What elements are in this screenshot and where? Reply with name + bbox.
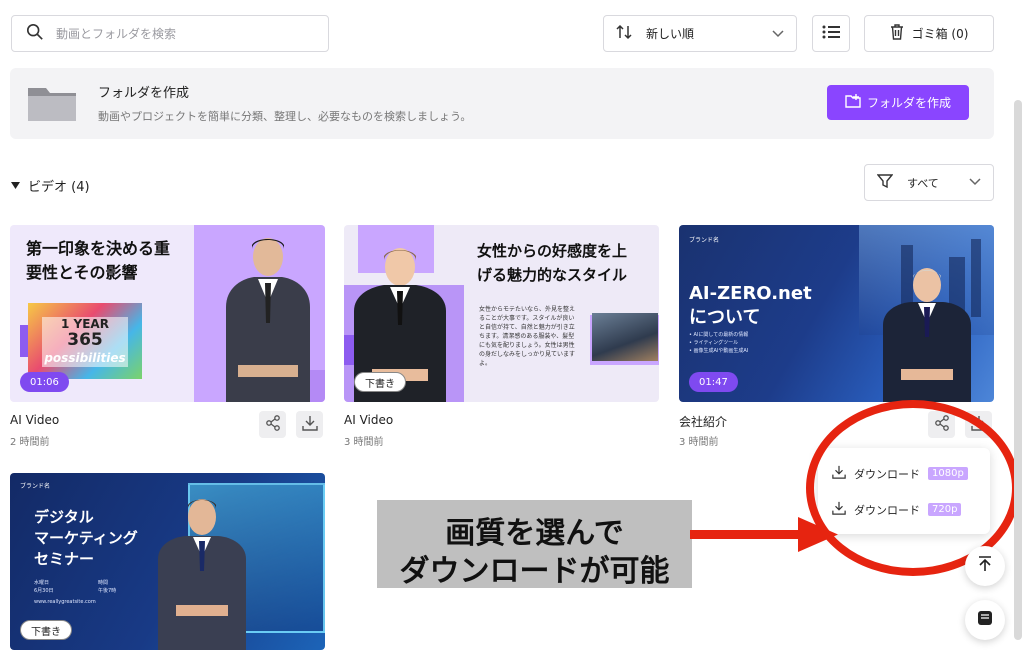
- image-text: 365: [67, 330, 103, 350]
- video-timestamp: 3 時間前: [679, 437, 719, 448]
- thumbnail-headline: 女性からの好感度を上: [477, 242, 628, 260]
- image-text: 1 YEAR: [61, 317, 109, 331]
- video-section-toggle[interactable]: ビデオ (4): [11, 176, 90, 195]
- list-icon: [822, 24, 840, 44]
- brand-label: ブランド名: [689, 237, 720, 244]
- download-button[interactable]: [296, 411, 323, 438]
- search-box[interactable]: [11, 15, 329, 52]
- search-input[interactable]: [56, 26, 306, 41]
- thumbnail-headline: AI-ZERO.net: [689, 283, 812, 304]
- thumbnail-image: 1 YEAR 365 possibilities: [28, 303, 142, 379]
- event-time: 時間 午後7時: [98, 580, 117, 594]
- thumbnail-body: 女性からモテたいなら、外見を整え ることが大事です。スタイルが良い と自信が持て…: [479, 306, 576, 367]
- video-thumbnail[interactable]: 第一印象を決める重 要性とその影響 1 YEAR 365 possibiliti…: [10, 225, 325, 402]
- avatar-presenter: [226, 238, 310, 402]
- chevron-down-icon: [969, 176, 981, 189]
- thumbnail-headline: セミナー: [34, 550, 95, 568]
- draft-badge: 下書き: [354, 372, 406, 392]
- duration-badge: 01:47: [689, 372, 738, 392]
- avatar-presenter: [158, 499, 246, 650]
- create-folder-button[interactable]: フォルダを作成: [827, 85, 969, 120]
- video-title: 会社紹介: [679, 415, 728, 429]
- filter-label: すべて: [907, 176, 939, 190]
- inbox-button[interactable]: [965, 600, 1005, 640]
- video-card[interactable]: ブランド名 デジタル マーケティング セミナー 水曜日 6月30日 時間 午後7時 …: [10, 473, 325, 650]
- share-icon: [265, 414, 281, 435]
- thumbnail-headline: について: [689, 307, 761, 328]
- video-thumbnail[interactable]: ブランド名 AI-ZERO.net について • AIに関しての最新の情報 • …: [679, 225, 994, 402]
- download-icon: [301, 415, 318, 435]
- chevron-down-icon: [772, 27, 784, 41]
- draft-badge: 下書き: [20, 620, 72, 640]
- scroll-to-top-button[interactable]: [965, 546, 1005, 586]
- trash-icon: [890, 24, 904, 43]
- share-button[interactable]: [259, 411, 286, 438]
- callout-line: ダウンロードが可能: [399, 554, 670, 589]
- list-view-button[interactable]: [812, 15, 850, 52]
- filter-icon: [876, 173, 894, 192]
- avatar-presenter: [883, 268, 971, 402]
- thumbnail-bullets: • AIに関しての最新の情報 • ライティングツール • 画像生成AIや動画生成…: [689, 332, 749, 354]
- folder-plus-icon: [845, 94, 861, 111]
- thumbnail-photo: [592, 313, 658, 361]
- sort-icon: [616, 24, 632, 43]
- video-timestamp: 2 時間前: [10, 437, 50, 448]
- thumbnail-headline: げる魅力的なスタイル: [477, 266, 628, 284]
- arrow-up-icon: [978, 556, 992, 576]
- folder-icon: [26, 82, 78, 128]
- sort-dropdown[interactable]: 新しい順: [603, 15, 797, 52]
- thumbnail-headline: マーケティング: [34, 529, 138, 547]
- search-icon: [26, 23, 44, 45]
- folder-banner-title: フォルダを作成: [98, 86, 190, 101]
- thumbnail-headline: 第一印象を決める重: [26, 239, 171, 258]
- inbox-icon: [977, 610, 993, 630]
- video-timestamp: 3 時間前: [344, 437, 384, 448]
- thumbnail-headline: デジタル: [34, 508, 94, 526]
- trash-label: ゴミ箱 (0): [911, 27, 969, 41]
- brand-label: ブランド名: [20, 483, 51, 490]
- video-card[interactable]: 女性からの好感度を上 げる魅力的なスタイル 女性からモテたいなら、外見を整え る…: [344, 225, 659, 448]
- filter-dropdown[interactable]: すべて: [864, 164, 994, 201]
- video-thumbnail[interactable]: ブランド名 デジタル マーケティング セミナー 水曜日 6月30日 時間 午後7時 …: [10, 473, 325, 650]
- scrollbar[interactable]: [1014, 100, 1022, 640]
- video-card[interactable]: 第一印象を決める重 要性とその影響 1 YEAR 365 possibiliti…: [10, 225, 325, 448]
- video-card[interactable]: ブランド名 AI-ZERO.net について • AIに関しての最新の情報 • …: [679, 225, 994, 448]
- video-title: AI Video: [344, 413, 394, 427]
- folder-banner-description: 動画やプロジェクトを簡単に分類、整理し、必要なものを検索しましょう。: [98, 110, 472, 123]
- trash-button[interactable]: ゴミ箱 (0): [864, 15, 994, 52]
- event-date: 水曜日 6月30日: [34, 580, 54, 594]
- video-thumbnail[interactable]: 女性からの好感度を上 げる魅力的なスタイル 女性からモテたいなら、外見を整え る…: [344, 225, 659, 402]
- duration-badge: 01:06: [20, 372, 69, 392]
- section-title: ビデオ (4): [28, 180, 90, 195]
- video-title: AI Video: [10, 413, 60, 427]
- caret-down-icon: [11, 178, 20, 193]
- create-folder-label: フォルダを作成: [866, 96, 951, 110]
- website-text: www.reallygreatsite.com: [34, 599, 96, 605]
- image-text: possibilities: [44, 351, 126, 365]
- sort-label: 新しい順: [646, 27, 695, 41]
- thumbnail-headline: 要性とその影響: [26, 263, 138, 282]
- annotation-callout: 画質を選んで ダウンロードが可能: [377, 500, 692, 589]
